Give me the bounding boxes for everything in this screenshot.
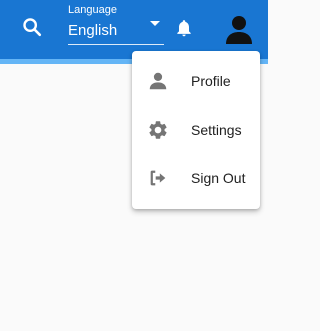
menu-item-profile[interactable]: Profile: [132, 57, 260, 105]
language-underline: [68, 44, 164, 45]
bell-icon: [177, 20, 191, 37]
notifications-button[interactable]: [170, 14, 198, 42]
menu-item-label: Sign Out: [191, 170, 246, 186]
search-button[interactable]: [18, 13, 46, 41]
menu-item-settings[interactable]: Settings: [132, 106, 260, 154]
account-dropdown-menu: Profile Settings Sign Out: [132, 51, 260, 209]
person-icon: [146, 69, 170, 93]
gear-icon: [146, 118, 170, 142]
language-select[interactable]: Language English: [68, 4, 164, 46]
dropdown-arrow-icon: [150, 21, 160, 26]
account-button[interactable]: [222, 12, 256, 46]
language-label: Language: [68, 4, 117, 16]
account-avatar-icon: [226, 16, 252, 44]
menu-item-label: Settings: [191, 122, 242, 138]
sign-out-icon: [146, 166, 170, 190]
menu-item-label: Profile: [191, 73, 231, 89]
menu-item-sign-out[interactable]: Sign Out: [132, 154, 260, 202]
search-icon: [23, 18, 42, 37]
language-value: English: [68, 22, 118, 39]
